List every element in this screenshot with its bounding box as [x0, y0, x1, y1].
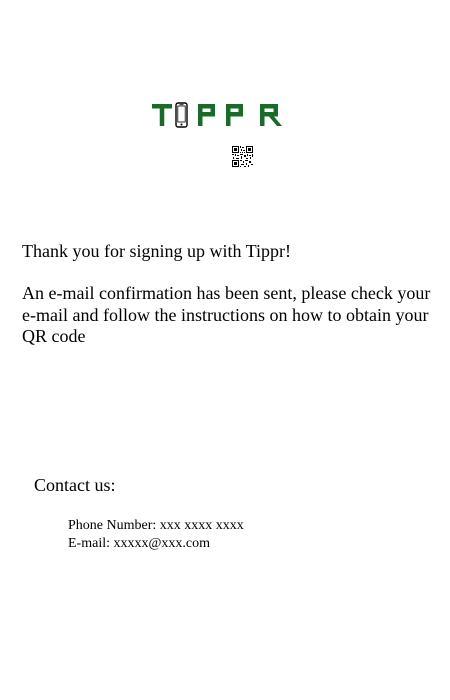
smartphone-icon	[175, 102, 188, 128]
tippr-logo	[152, 102, 282, 128]
qr-code-icon	[232, 146, 253, 167]
signup-thanks-message: Thank you for signing up with Tippr!	[22, 241, 292, 261]
email-confirmation-message: An e-mail confirmation has been sent, pl…	[22, 283, 431, 346]
contact-heading: Contact us:	[34, 475, 116, 495]
contact-email: E-mail: xxxxx@xxx.com	[68, 536, 210, 551]
contact-phone: Phone Number: xxx xxxx xxxx	[68, 518, 244, 533]
